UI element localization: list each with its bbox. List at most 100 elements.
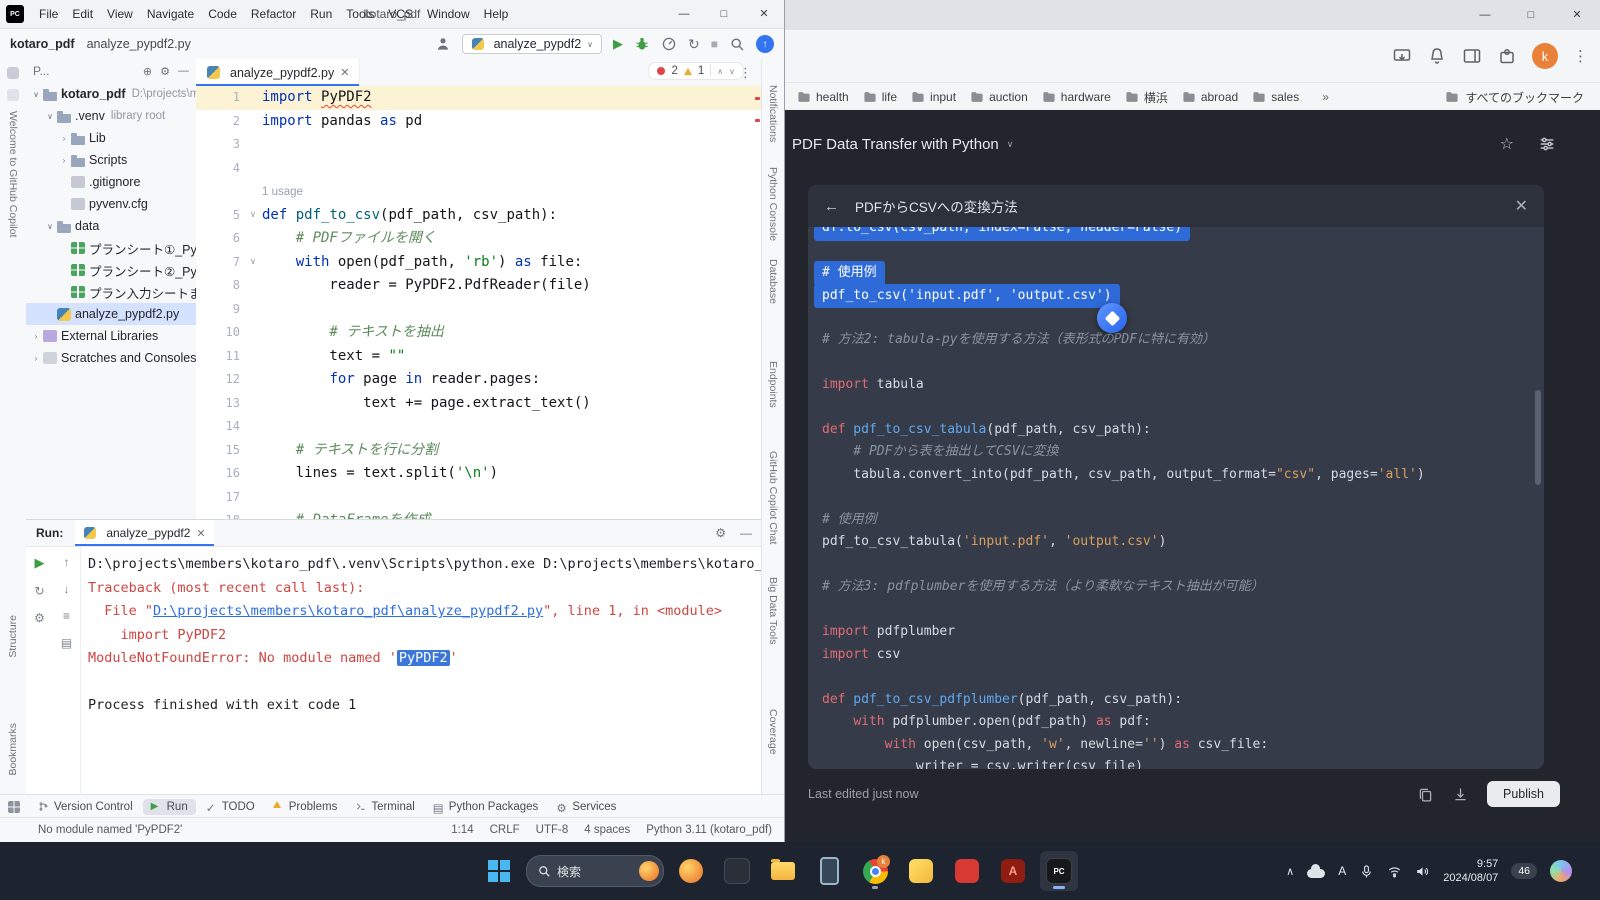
welcome-copilot-stripe[interactable]: Welcome to GitHub Copilot: [7, 111, 19, 237]
back-arrow-icon[interactable]: ←: [824, 198, 839, 215]
star-icon[interactable]: ☆: [1500, 134, 1514, 154]
project-tool-icon[interactable]: [7, 67, 19, 79]
tree-chevron-icon[interactable]: ∨: [30, 90, 42, 99]
tool-bar-item-terminal[interactable]: Terminal: [347, 799, 422, 815]
fold-marker[interactable]: ∨: [244, 251, 262, 275]
browser-menu-icon[interactable]: ⋮: [1573, 47, 1588, 65]
status-message[interactable]: No module named 'PyPDF2': [38, 824, 182, 836]
copilot-icon[interactable]: [1550, 860, 1572, 882]
tool-bar-item-python-packages[interactable]: ▤Python Packages: [425, 799, 547, 815]
project-widget[interactable]: kotaro_pdf: [10, 37, 75, 51]
error-stripe-mark[interactable]: [755, 119, 760, 122]
tree-item--venv[interactable]: ∨.venvlibrary root: [26, 105, 196, 127]
tree-item-external-libraries[interactable]: ›External Libraries: [26, 325, 196, 347]
status-item[interactable]: UTF-8: [536, 824, 569, 836]
tree-item--_pyth-[interactable]: プランシート②_Pyth...: [26, 259, 196, 281]
run-gear-icon[interactable]: ⚙: [34, 611, 45, 625]
commit-tool-icon[interactable]: [7, 89, 19, 101]
bookmark-sales[interactable]: sales: [1245, 89, 1306, 106]
tree-item--_pyth-[interactable]: プランシート①_Pyth...: [26, 237, 196, 259]
speaker-icon[interactable]: [1415, 864, 1430, 879]
run-tab[interactable]: analyze_pypdf2 ✕: [75, 520, 213, 546]
bookmark-health[interactable]: health: [790, 89, 856, 106]
chevron-down-icon[interactable]: ∨: [1007, 139, 1014, 150]
tool-stripe-coverage[interactable]: Coverage: [767, 709, 779, 755]
hide-panel-icon[interactable]: —: [178, 65, 189, 78]
start-button[interactable]: [480, 851, 518, 891]
settings-gear-icon[interactable]: ⚙: [160, 65, 170, 78]
scroll-down-icon[interactable]: ↓: [64, 582, 70, 596]
taskbar-app-red-icon[interactable]: [948, 851, 986, 891]
tool-bar-item-services[interactable]: ⚙Services: [548, 799, 624, 815]
expand-icon[interactable]: ⊕: [143, 65, 152, 78]
all-bookmarks-button[interactable]: すべてのブックマーク: [1445, 89, 1594, 106]
browser-maximize-button[interactable]: □: [1508, 0, 1554, 30]
error-stripe-mark[interactable]: [755, 97, 760, 100]
file-breadcrumb[interactable]: analyze_pypdf2.py: [87, 37, 191, 51]
taskbar-chrome-icon[interactable]: k: [856, 851, 894, 891]
publish-button[interactable]: Publish: [1487, 781, 1560, 807]
tool-stripe-endpoints[interactable]: Endpoints: [767, 361, 779, 408]
status-item[interactable]: Python 3.11 (kotaro_pdf): [646, 824, 772, 836]
wifi-icon[interactable]: [1387, 864, 1402, 879]
debug-button[interactable]: [634, 36, 650, 52]
ide-minimize-button[interactable]: —: [664, 0, 704, 28]
clear-output-icon[interactable]: ▤: [61, 636, 72, 650]
profiler-button[interactable]: [661, 36, 677, 52]
menu-view[interactable]: View: [100, 7, 140, 21]
inspection-widget[interactable]: 2 1 ∧ ∨: [648, 62, 744, 80]
menu-run[interactable]: Run: [303, 7, 339, 21]
taskbar-search[interactable]: 検索: [526, 855, 664, 887]
project-view-selector[interactable]: P...: [33, 64, 49, 78]
fold-marker[interactable]: ∨: [244, 204, 262, 228]
taskbar-clock[interactable]: 9:57 2024/08/07: [1443, 857, 1498, 886]
search-everywhere-icon[interactable]: [729, 36, 745, 52]
tree-chevron-icon[interactable]: ›: [30, 354, 42, 363]
copy-icon[interactable]: [1417, 786, 1434, 803]
cast-icon[interactable]: [1392, 46, 1412, 66]
menu-edit[interactable]: Edit: [65, 7, 100, 21]
profile-avatar[interactable]: k: [1532, 43, 1558, 69]
taskbar-phone-link-icon[interactable]: [810, 851, 848, 891]
tool-stripe-bookmarks[interactable]: Bookmarks: [7, 723, 19, 776]
tree-item-kotaro_pdf[interactable]: ∨kotaro_pdfD:\projects\m: [26, 83, 196, 105]
conversation-title[interactable]: PDF Data Transfer with Python: [792, 136, 999, 153]
menu-file[interactable]: File: [32, 7, 65, 21]
file-link[interactable]: D:\projects\members\kotaro_pdf\analyze_p…: [153, 603, 543, 619]
artifact-scrollbar[interactable]: [1535, 390, 1541, 485]
tool-stripe-big-data-tools[interactable]: Big Data Tools: [767, 577, 779, 645]
tree-chevron-icon[interactable]: ›: [58, 134, 70, 143]
tool-stripe-python-console[interactable]: Python Console: [767, 167, 779, 241]
tool-bar-item-todo[interactable]: ✓TODO: [198, 799, 263, 815]
ime-indicator[interactable]: A: [1338, 864, 1346, 878]
tool-bar-item-run[interactable]: ▶Run: [143, 799, 196, 815]
bookmark-input[interactable]: input: [904, 89, 963, 106]
soft-wrap-icon[interactable]: ≡: [63, 609, 70, 623]
tool-windows-icon[interactable]: [8, 801, 20, 813]
browser-close-button[interactable]: ✕: [1554, 0, 1600, 30]
tray-chevron-icon[interactable]: ∧: [1286, 865, 1294, 878]
bookmark-横浜[interactable]: 横浜: [1118, 89, 1175, 106]
menu-window[interactable]: Window: [420, 7, 477, 21]
run-settings-gear-icon[interactable]: ⚙: [715, 526, 726, 540]
bookmark-life[interactable]: life: [856, 89, 904, 106]
menu-refactor[interactable]: Refactor: [244, 7, 303, 21]
scroll-up-icon[interactable]: ↑: [64, 555, 70, 569]
status-item[interactable]: 1:14: [451, 824, 473, 836]
run-button[interactable]: ▶: [613, 36, 623, 52]
artifact-body[interactable]: df.to_csv(csv_path, index=False, header=…: [808, 227, 1544, 769]
tool-stripe-notifications[interactable]: Notifications: [767, 85, 779, 142]
tool-bar-item-problems[interactable]: Problems: [265, 799, 346, 815]
bookmark-auction[interactable]: auction: [963, 89, 1035, 106]
browser-minimize-button[interactable]: —: [1462, 0, 1508, 30]
collaborate-icon[interactable]: [435, 36, 451, 52]
tree-item-pyvenv-cfg[interactable]: pyvenv.cfg: [26, 193, 196, 215]
update-project-button[interactable]: ↑: [756, 35, 774, 53]
restart-icon[interactable]: ↻: [34, 584, 44, 598]
download-icon[interactable]: [1452, 786, 1469, 803]
close-artifact-icon[interactable]: ✕: [1515, 196, 1528, 216]
status-item[interactable]: CRLF: [490, 824, 520, 836]
tree-item-data[interactable]: ∨data: [26, 215, 196, 237]
rerun-button[interactable]: ↻: [688, 36, 700, 53]
menu-code[interactable]: Code: [201, 7, 244, 21]
